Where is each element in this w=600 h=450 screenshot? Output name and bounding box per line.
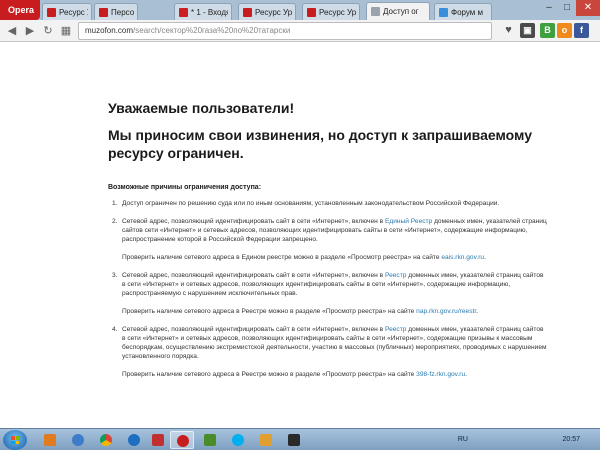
favicon-icon: [371, 7, 380, 16]
opera-menu-button[interactable]: Opera: [0, 0, 40, 20]
reason-text-pre: Сетевой адрес, позволяющий идентифициров…: [122, 218, 385, 225]
reason-item: 3. Сетевой адрес, позволяющий идентифици…: [108, 271, 548, 316]
clock[interactable]: 20:57: [562, 436, 580, 443]
speed-dial-button[interactable]: ▦: [58, 23, 74, 39]
reason-item: 4. Сетевой адрес, позволяющий идентифици…: [108, 325, 548, 379]
reload-button[interactable]: ↻: [40, 23, 56, 39]
reasons-title: Возможные причины ограничения доступа:: [108, 184, 262, 191]
favicon-icon: [47, 8, 56, 17]
reason-text: Сетевой адрес, позволяющий идентифициров…: [122, 271, 548, 298]
taskbar-app-icon[interactable]: [66, 431, 90, 449]
address-bar[interactable]: muzofon.com/search/сектор%20газа%20по%20…: [78, 22, 492, 40]
tab-label: Ресурс Ур: [319, 8, 356, 17]
registry-check-note: Проверить наличие сетевого адреса в Реес…: [122, 370, 548, 379]
check-text-end: .: [484, 254, 486, 261]
greeting-heading: Уважаемые пользователи!: [108, 100, 295, 116]
reason-text-pre: Сетевой адрес, позволяющий идентифициров…: [122, 272, 385, 279]
favicon-icon: [307, 8, 316, 17]
registry-link[interactable]: Единый Реестр: [385, 218, 432, 225]
check-text-end: .: [465, 371, 468, 378]
tab-label: Ресурс Ур: [255, 8, 292, 17]
tab-label: Форум м: [451, 8, 484, 17]
registry-link[interactable]: Реестр: [385, 326, 406, 333]
registry-check-note: Проверить наличие сетевого адреса в Един…: [122, 253, 548, 262]
taskbar-app-icon[interactable]: [38, 431, 62, 449]
minimize-button[interactable]: –: [540, 0, 558, 16]
tab-3[interactable]: Ресурс Ур: [238, 3, 296, 20]
opera-menu-label: Opera: [8, 5, 35, 15]
heart-icon[interactable]: ♥: [501, 23, 516, 38]
url-path: /search/сектор%20газа%20по%20татарски: [133, 26, 291, 35]
reason-text: Сетевой адрес, позволяющий идентифициров…: [122, 217, 548, 244]
reason-number: 3.: [112, 272, 118, 279]
tab-label: * 1 - Входя: [191, 8, 228, 17]
site-link[interactable]: nap.rkn.gov.ru/reestr: [416, 308, 476, 315]
reason-text: Доступ ограничен по решению суда или по …: [122, 200, 500, 207]
check-text: Проверить наличие сетевого адреса в Реес…: [122, 308, 417, 315]
registry-check-note: Проверить наличие сетевого адреса в Реес…: [122, 307, 548, 316]
close-button[interactable]: ✕: [576, 0, 600, 16]
maximize-button[interactable]: □: [558, 0, 576, 16]
favicon-icon: [439, 8, 448, 17]
favicon-icon: [179, 8, 188, 17]
tab-6[interactable]: Форум м: [434, 3, 492, 20]
tab-label: Персонал: [111, 8, 134, 17]
tab-5-active[interactable]: Доступ ог: [366, 2, 430, 20]
reason-item: 2. Сетевой адрес, позволяющий идентифици…: [108, 217, 548, 262]
reason-item: 1. Доступ ограничен по решению суда или …: [108, 199, 548, 208]
tab-label: Доступ ог: [383, 7, 419, 16]
taskbar-app-icon[interactable]: [254, 431, 278, 449]
registry-link[interactable]: Реестр: [385, 272, 406, 279]
reason-text: Сетевой адрес, позволяющий идентифициров…: [122, 325, 548, 361]
taskbar: RU 20:57: [0, 428, 600, 450]
taskbar-app-icon[interactable]: [198, 431, 222, 449]
tab-1[interactable]: Персонал: [94, 3, 138, 20]
site-link[interactable]: eais.rkn.gov.ru: [441, 254, 484, 261]
language-indicator[interactable]: RU: [458, 436, 468, 443]
extension-icon[interactable]: B: [540, 23, 555, 38]
reason-number: 4.: [112, 326, 118, 333]
tab-label: Ресурс Ур: [59, 8, 88, 17]
block-notice: Уважаемые пользователи! Мы приносим свои…: [108, 100, 548, 388]
address-toolbar: ◀ ▶ ↻ ▦ muzofon.com/search/сектор%20газа…: [0, 20, 600, 42]
download-icon[interactable]: ▣: [520, 23, 535, 38]
reason-text-pre: Сетевой адрес, позволяющий идентифициров…: [122, 326, 385, 333]
taskbar-opera-icon[interactable]: [170, 431, 194, 449]
url-text: muzofon.com/search/сектор%20газа%20по%20…: [85, 26, 290, 35]
facebook-icon[interactable]: f: [574, 23, 589, 38]
check-text-end: .: [476, 308, 478, 315]
url-host: muzofon.com: [85, 26, 134, 35]
apology-heading: Мы приносим свои извинения, но доступ к …: [108, 127, 532, 161]
check-text: Проверить наличие сетевого адреса в Един…: [122, 254, 442, 261]
taskbar-app-icon[interactable]: [282, 431, 306, 449]
forward-button[interactable]: ▶: [22, 23, 38, 39]
windows-logo-icon: [11, 436, 19, 444]
tab-strip: Opera Ресурс Ур Персонал * 1 - Входя Рес…: [0, 0, 600, 20]
tab-2[interactable]: * 1 - Входя: [174, 3, 232, 20]
reason-number: 2.: [112, 218, 118, 225]
check-text: Проверить наличие сетевого адреса в Реес…: [122, 371, 417, 378]
start-button[interactable]: [3, 430, 27, 450]
site-link[interactable]: 398-fz.rkn.gov.ru: [416, 371, 465, 378]
reasons-list: 1. Доступ ограничен по решению суда или …: [108, 199, 548, 379]
odnoklassniki-icon[interactable]: о: [557, 23, 572, 38]
window-controls: – □ ✕: [540, 0, 600, 18]
taskbar-chrome-icon[interactable]: [94, 431, 118, 449]
taskbar-skype-icon[interactable]: [226, 431, 250, 449]
tab-0[interactable]: Ресурс Ур: [42, 3, 92, 20]
favicon-icon: [243, 8, 252, 17]
tab-4[interactable]: Ресурс Ур: [302, 3, 360, 20]
taskbar-app-icon[interactable]: [146, 431, 170, 449]
back-button[interactable]: ◀: [4, 23, 20, 39]
favicon-icon: [99, 8, 108, 17]
taskbar-app-icon[interactable]: [122, 431, 146, 449]
reason-number: 1.: [112, 200, 118, 207]
